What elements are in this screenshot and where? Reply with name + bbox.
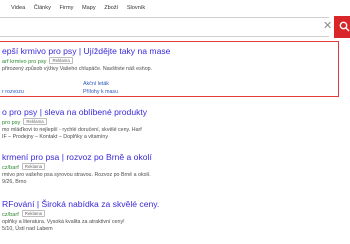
result-address: 5/10, Ústí nad Labem: [2, 226, 53, 232]
search-icon: [339, 21, 350, 32]
result-description: mo mláďkovi to nejlepší - rychlé doručen…: [2, 127, 142, 133]
ad-result: epší krmivo pro psy | Ujíždějte taky na …: [2, 46, 170, 72]
result-url: cz/barf Reklama: [2, 163, 152, 171]
nav-zbozi[interactable]: Zboží: [104, 5, 118, 11]
search-button[interactable]: [334, 16, 350, 38]
sitelink-rozvozu[interactable]: r rozvozu: [2, 89, 24, 95]
result-item: o pro psy | sleva na oblíbené produkty p…: [2, 107, 147, 140]
ad-badge: Reklama: [21, 163, 46, 170]
result-item: RFování | Široká nabídka za skvělé ceny.…: [2, 199, 159, 232]
sitelink-akcni-letak[interactable]: Akční leták: [83, 81, 109, 87]
result-title-link[interactable]: epší krmivo pro psy | Ujíždějte taky na …: [2, 46, 170, 56]
result-title-link[interactable]: RFování | Široká nabídka za skvělé ceny.: [2, 199, 159, 209]
nav-videa[interactable]: Videa: [11, 5, 25, 11]
result-address: 9/26, Brno: [2, 179, 27, 185]
result-title-link[interactable]: krmení pro psa | rozvoz po Brně a okolí: [2, 152, 152, 162]
sitelink-prilohy[interactable]: Přílohy k masu: [83, 89, 118, 95]
ad-badge: Reklama: [23, 118, 47, 125]
nav-mapy[interactable]: Mapy: [82, 5, 96, 11]
result-description: rmivo pro vašeho psa syrovou stravou. Ro…: [2, 172, 151, 178]
result-item: krmení pro psa | rozvoz po Brně a okolí …: [2, 152, 152, 185]
result-url: arf krmivo pro psy Reklama: [2, 57, 170, 65]
result-url: pro psy Reklama: [2, 118, 147, 126]
result-description: přirozený způsob výživy Vašeho chlupáče.…: [2, 66, 153, 72]
top-navigation: Videa Články Firmy Mapy Zboží Slovník: [11, 5, 152, 11]
close-icon[interactable]: ✕: [323, 20, 332, 32]
ad-badge: Reklama: [49, 57, 73, 64]
search-input[interactable]: [0, 17, 329, 37]
result-description: oplňky a literatura. Vysoká kvalita za a…: [2, 219, 125, 225]
result-links[interactable]: IF – Prodejny – Kontakt – Doplňky a vita…: [2, 134, 147, 140]
nav-firmy[interactable]: Firmy: [59, 5, 73, 11]
ad-badge: Reklama: [21, 210, 46, 217]
nav-slovnik[interactable]: Slovník: [127, 5, 145, 11]
result-url: cz/barf Reklama: [2, 210, 159, 218]
nav-clanky[interactable]: Články: [34, 5, 51, 11]
result-title-link[interactable]: o pro psy | sleva na oblíbené produkty: [2, 107, 147, 117]
